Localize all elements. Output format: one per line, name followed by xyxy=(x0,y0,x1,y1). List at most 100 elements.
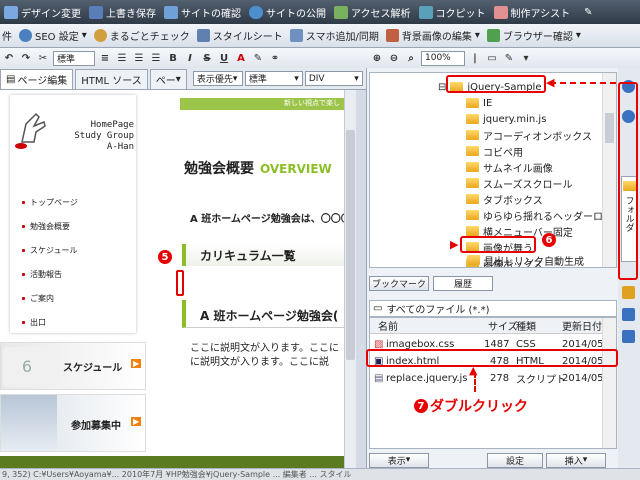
seo-settings-button[interactable]: SEO 設定 ▾ xyxy=(19,28,87,43)
background-edit-button[interactable]: 背景画像の編集 ▾ xyxy=(385,28,480,43)
file-list: 名前 サイズ 種類 更新日付 ▧ imagebox.css 1487 CSS 2… xyxy=(369,317,617,449)
cut-icon[interactable]: ✂ xyxy=(36,51,50,65)
file-filter[interactable]: ▭ すべてのファイル (*.*) xyxy=(369,300,617,317)
tab-history[interactable]: 履歴 xyxy=(433,275,493,291)
panel-tabs: ブックマーク 履歴 xyxy=(369,274,617,292)
access-analysis-button[interactable]: アクセス解析 xyxy=(334,5,411,20)
redo-icon[interactable]: ↷ xyxy=(19,51,33,65)
banner-recruit[interactable]: 参加募集中 ▶ xyxy=(0,394,146,452)
save-icon xyxy=(89,5,103,19)
highlight-icon[interactable]: ✎ xyxy=(251,51,265,65)
view-button[interactable]: 表示 ▾ xyxy=(369,452,429,468)
file-row[interactable]: ▤ replace.jquery.js 278 スクリプト 2014/05/ xyxy=(370,370,607,386)
strike-button[interactable]: S xyxy=(200,51,214,65)
search-icon[interactable]: ⌕ xyxy=(404,51,418,65)
edit-icon[interactable]: ✎ xyxy=(502,51,516,65)
nav-item-guide[interactable]: ご案内 xyxy=(22,293,54,304)
heading-box xyxy=(166,114,344,254)
tree-item[interactable]: jquery.min.js xyxy=(466,111,546,127)
tree-item[interactable]: スムーズスクロール xyxy=(466,175,573,191)
chevron-down-icon: ▾ xyxy=(175,73,181,85)
tree-item[interactable]: IE xyxy=(466,95,492,111)
seo-icon xyxy=(19,29,32,42)
nav-item-exit[interactable]: 出口 xyxy=(22,317,46,328)
font-color-icon[interactable]: A xyxy=(234,51,248,65)
paragraph-select[interactable]: 標準 ▾ xyxy=(244,71,303,86)
logo-text: HomePage Study Group A-Han xyxy=(74,120,134,152)
scroll-thumb[interactable] xyxy=(605,113,614,143)
tree-item[interactable]: 見出しリンク自動生成 xyxy=(467,252,584,268)
step-7-label: 7 ダブルクリック xyxy=(414,396,528,416)
production-assist-button[interactable]: 制作アシスト xyxy=(493,5,570,20)
tree-item[interactable]: サムネイル画像 xyxy=(466,159,553,175)
align-left-icon[interactable]: ☰ xyxy=(115,51,129,65)
page-canvas[interactable]: 新しい視点で楽し HomePage Study Group A-Han トップペ… xyxy=(0,90,356,468)
nav-item-overview[interactable]: 勉強会概要 xyxy=(22,221,70,232)
design-change-button[interactable]: デザイン変更 xyxy=(4,5,81,20)
pin-icon[interactable]: ✎ xyxy=(584,7,592,18)
full-check-button[interactable]: まるごとチェック xyxy=(93,28,190,43)
chevron-down-icon: ▾ xyxy=(405,455,411,465)
zoom-select[interactable]: 100% xyxy=(421,50,465,66)
file-list-header: 名前 サイズ 種類 更新日付 xyxy=(370,318,604,334)
align-center-icon[interactable]: ☰ xyxy=(132,51,146,65)
tree-item[interactable]: コビペ用 xyxy=(466,143,523,159)
underline-icon[interactable]: U xyxy=(217,51,231,65)
folder-icon xyxy=(466,114,479,124)
insert-button[interactable]: 挿入 ▾ xyxy=(546,452,606,468)
banner-schedule[interactable]: 6 スケジュール ▶ xyxy=(0,342,146,390)
design-icon xyxy=(4,5,18,19)
scroll-thumb[interactable] xyxy=(346,130,355,360)
folder-icon xyxy=(466,162,479,172)
tree-scrollbar[interactable] xyxy=(602,73,616,267)
highlight-index-file xyxy=(366,349,618,367)
schedule-image-icon: 6 xyxy=(3,347,51,387)
align-right-icon[interactable]: ☰ xyxy=(149,51,163,65)
undo-icon[interactable]: ↶ xyxy=(2,51,16,65)
settings-button[interactable]: 設定 xyxy=(487,452,543,468)
tree-item[interactable]: タブボックス xyxy=(466,191,543,207)
cockpit-button[interactable]: コクピット xyxy=(418,5,486,20)
section-heading-group: A 班ホームページ勉強会( xyxy=(182,300,344,328)
side-tool-icon[interactable] xyxy=(622,330,635,343)
tree-item[interactable]: アコーディオンボックス xyxy=(466,127,592,143)
side-tool-icon[interactable] xyxy=(622,308,635,321)
page-heading: 勉強会概要 OVERVIEW xyxy=(184,161,332,177)
tab-html-source[interactable]: HTML ソース xyxy=(75,68,148,89)
nav-item-report[interactable]: 活動報告 xyxy=(22,269,62,280)
zoom-in-icon[interactable]: ⊕ xyxy=(370,51,384,65)
tree-item[interactable]: ゆらゆら揺れるヘッダーロゴ xyxy=(466,207,613,223)
editor-tabs: ▤ ページ編集 HTML ソース ペー ▾ 表示優先 ▾ 標準 ▾ DIV ▾ xyxy=(0,68,366,90)
italic-button[interactable]: I xyxy=(183,51,197,65)
editor-scrollbar[interactable] xyxy=(344,90,356,468)
side-gear-icon[interactable] xyxy=(622,286,635,299)
browser-check-button[interactable]: ブラウザー確認 ▾ xyxy=(486,28,581,43)
new-document-icon[interactable]: ▭ xyxy=(485,51,499,65)
tab-bookmark[interactable]: ブックマーク xyxy=(369,275,429,291)
nav-item-schedule[interactable]: スケジュール xyxy=(22,245,77,256)
folder-icon xyxy=(466,178,479,188)
style-select[interactable]: 標準 xyxy=(53,50,95,66)
tab-page-edit[interactable]: ▤ ページ編集 xyxy=(0,68,74,89)
text-cursor xyxy=(176,270,184,296)
overwrite-save-button[interactable]: 上書き保存 xyxy=(89,5,156,20)
site-check-button[interactable]: サイトの確認 xyxy=(164,5,241,20)
tab-preview[interactable]: ペー ▾ xyxy=(149,68,187,89)
stylesheet-button[interactable]: スタイルシート xyxy=(196,28,283,43)
file-list-scrollbar[interactable] xyxy=(602,318,616,448)
bold-button[interactable]: B xyxy=(166,51,180,65)
item-button[interactable]: 件 xyxy=(2,28,12,43)
view-mode-select[interactable]: 表示優先 ▾ xyxy=(192,71,243,86)
site-publish-button[interactable]: サイトの公開 xyxy=(249,5,326,20)
intro-text: A 班ホームページ勉強会は、〇〇〇 xyxy=(190,214,351,225)
section-heading-curriculum: カリキュラム一覧 xyxy=(182,244,344,266)
link-icon[interactable]: ⚭ xyxy=(268,51,282,65)
div-select[interactable]: DIV ▾ xyxy=(304,71,363,86)
zoom-out-icon[interactable]: ⊖ xyxy=(387,51,401,65)
list-icon[interactable]: ≡ xyxy=(98,51,112,65)
chevron-down-icon: ▾ xyxy=(474,30,480,41)
site-check-icon xyxy=(164,5,178,19)
nav-item-top[interactable]: トップページ xyxy=(22,197,78,208)
chevron-down-icon[interactable]: ▾ xyxy=(519,51,533,65)
smartphone-sync-button[interactable]: スマホ追加/同期 xyxy=(289,28,379,43)
